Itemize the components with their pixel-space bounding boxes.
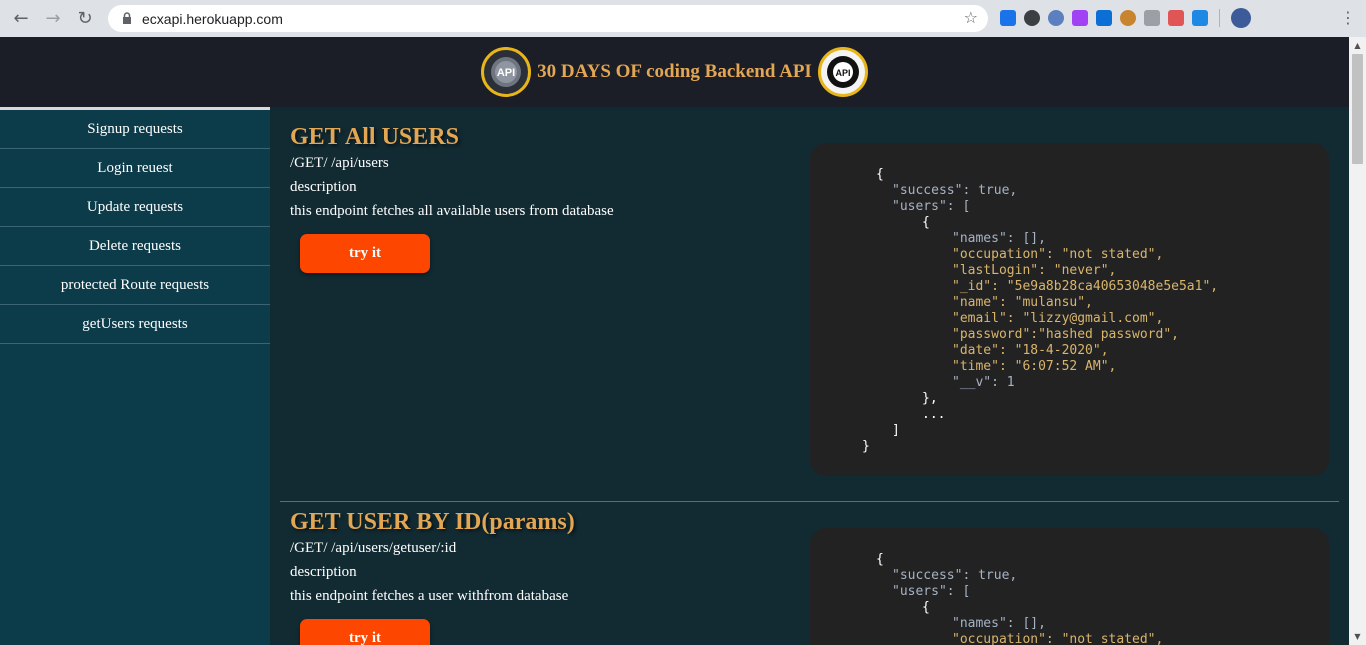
code-line: { <box>876 167 884 182</box>
reload-icon[interactable]: ↻ <box>72 6 98 32</box>
sidebar-item-signup[interactable]: Signup requests <box>0 110 270 149</box>
forward-arrow-icon[interactable]: → <box>40 6 66 32</box>
vertical-scrollbar[interactable]: ▲ ▼ <box>1349 37 1366 645</box>
toolbar-divider <box>1219 9 1220 27</box>
extension-icon[interactable] <box>1168 10 1184 26</box>
extension-icon[interactable] <box>1144 10 1160 26</box>
back-arrow-icon[interactable]: ← <box>8 6 34 32</box>
profile-avatar[interactable] <box>1231 8 1251 28</box>
json-response-example: { "success": true, "users": [ { "names":… <box>810 528 1329 645</box>
code-line: "password":"hashed password", <box>952 327 1179 342</box>
extension-icon[interactable] <box>1096 10 1112 26</box>
code-line: ] <box>892 423 900 438</box>
sidebar-item-login[interactable]: Login reuest <box>0 149 270 188</box>
code-line: }, <box>922 391 938 406</box>
logo-right-text: API <box>835 68 850 78</box>
sidebar-item-protected-route[interactable]: protected Route requests <box>0 266 270 305</box>
code-line: "success": true, <box>892 568 1018 583</box>
scrollbar-thumb[interactable] <box>1352 54 1363 164</box>
code-line: "_id": "5e9a8b28ca40653048e5e5a1", <box>952 279 1219 294</box>
code-line: "names": [], <box>952 616 1046 631</box>
api-gear-logo-icon: API <box>481 47 532 97</box>
extension-icon[interactable] <box>1024 10 1040 26</box>
code-line: "occupation": "not stated", <box>952 632 1164 645</box>
code-line: { <box>922 600 930 615</box>
code-line: "names": [], <box>952 231 1046 246</box>
sidebar-item-update[interactable]: Update requests <box>0 188 270 227</box>
site-header: API 30 DAYS OF coding Backend API API <box>0 37 1349 107</box>
code-line: "occupation": "not stated", <box>952 247 1164 262</box>
extension-icon[interactable] <box>1120 10 1136 26</box>
main-content: GET All USERS /GET/ /api/users descripti… <box>270 110 1349 645</box>
api-gear-logo-icon: API <box>817 47 868 97</box>
address-bar[interactable]: ecxapi.herokuapp.com ☆ <box>108 5 988 32</box>
page: API 30 DAYS OF coding Backend API API Si… <box>0 37 1366 645</box>
lock-icon <box>120 12 134 26</box>
extension-icon[interactable] <box>1048 10 1064 26</box>
section-divider <box>280 501 1339 502</box>
scroll-up-icon[interactable]: ▲ <box>1349 37 1366 54</box>
code-line: "users": [ <box>892 584 971 599</box>
code-block: { "success": true, "users": [ { "names":… <box>810 552 1329 645</box>
sidebar: Signup requests Login reuest Update requ… <box>0 110 270 645</box>
sidebar-item-delete[interactable]: Delete requests <box>0 227 270 266</box>
extensions-bar <box>1000 6 1251 30</box>
star-icon[interactable]: ☆ <box>964 8 978 27</box>
try-it-button[interactable]: try it <box>300 234 430 273</box>
code-line: "users": [ <box>892 199 971 214</box>
site-title: 30 DAYS OF coding Backend API <box>537 61 812 82</box>
extension-icon[interactable] <box>1072 10 1088 26</box>
code-line: ... <box>922 407 946 422</box>
try-it-button[interactable]: try it <box>300 619 430 645</box>
json-response-example: { "success": true, "users": [ { "names":… <box>810 143 1329 476</box>
extension-icon[interactable] <box>1192 10 1208 26</box>
code-line: "lastLogin": "never", <box>952 263 1117 278</box>
kebab-icon[interactable]: ⋮ <box>1340 8 1356 28</box>
code-line: "date": "18-4-2020", <box>952 343 1109 358</box>
browser-toolbar: ← → ↻ ecxapi.herokuapp.com ☆ ⋮ <box>0 0 1366 37</box>
sidebar-item-get-users[interactable]: getUsers requests <box>0 305 270 344</box>
code-line: { <box>922 215 930 230</box>
code-line: "__v": 1 <box>952 375 1015 390</box>
code-line: "email": "lizzy@gmail.com", <box>952 311 1164 326</box>
code-line: "name": "mulansu", <box>952 295 1093 310</box>
code-line: "success": true, <box>892 183 1018 198</box>
code-line: "time": "6:07:52 AM", <box>952 359 1117 374</box>
code-block: { "success": true, "users": [ { "names":… <box>810 167 1329 455</box>
code-line: } <box>862 439 870 454</box>
extension-icon[interactable] <box>1000 10 1016 26</box>
logo-left-text: API <box>497 67 515 79</box>
code-line: { <box>876 552 884 567</box>
scroll-down-icon[interactable]: ▼ <box>1349 628 1366 645</box>
url-text[interactable]: ecxapi.herokuapp.com <box>142 11 283 27</box>
